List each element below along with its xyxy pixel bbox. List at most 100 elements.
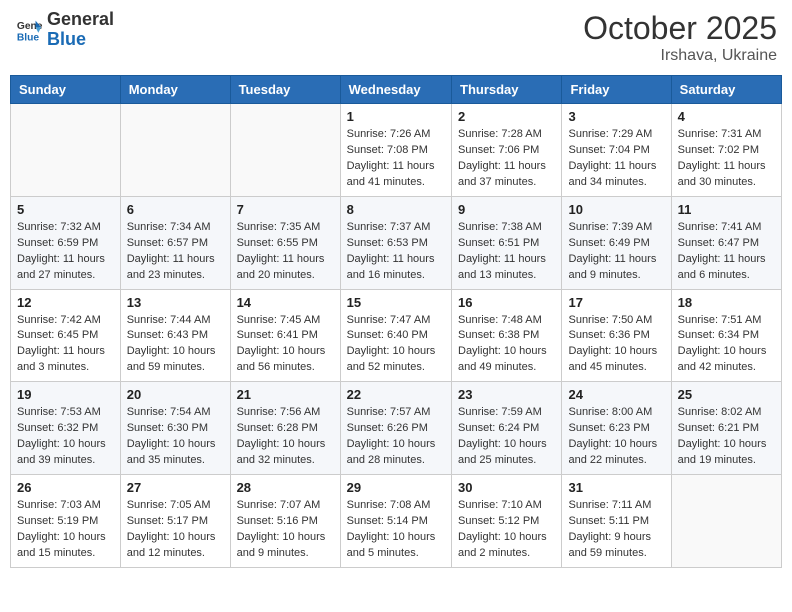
day-number: 1 — [347, 109, 445, 124]
day-info: Sunrise: 7:48 AM Sunset: 6:38 PM Dayligh… — [458, 313, 555, 377]
calendar-cell: 30 Sunrise: 7:10 AM Sunset: 5:12 PM Dayli… — [452, 475, 562, 568]
day-number: 14 — [237, 295, 334, 310]
day-number: 27 — [127, 480, 224, 495]
day-number: 24 — [568, 387, 664, 402]
calendar-cell: 15Sunrise: 7:47 AM Sunset: 6:40 PM Dayli… — [340, 289, 451, 382]
calendar-cell — [11, 104, 121, 197]
day-number: 3 — [568, 109, 664, 124]
day-info: Sunrise: 7:50 AM Sunset: 6:36 PM Dayligh… — [568, 313, 664, 377]
day-number: 26 — [17, 480, 114, 495]
calendar-cell: 7Sunrise: 7:35 AM Sunset: 6:55 PM Daylig… — [230, 196, 340, 289]
calendar-cell: 6 Sunrise: 7:34 AM Sunset: 6:57 PM Daylig… — [120, 196, 230, 289]
day-info: Sunrise: 7:29 AM Sunset: 7:04 PM Dayligh… — [568, 127, 664, 191]
day-info: Sunrise: 7:57 AM Sunset: 6:26 PM Dayligh… — [347, 405, 445, 469]
week-row-1: 1 Sunrise: 7:26 AM Sunset: 7:08 PM Daylig… — [11, 104, 782, 197]
calendar-cell: 3 Sunrise: 7:29 AM Sunset: 7:04 PM Daylig… — [562, 104, 671, 197]
calendar-cell: 8 Sunrise: 7:37 AM Sunset: 6:53 PM Daylig… — [340, 196, 451, 289]
calendar-cell — [671, 475, 781, 568]
day-number: 31 — [568, 480, 664, 495]
day-info: Sunrise: 7:32 AM Sunset: 6:59 PM Dayligh… — [17, 220, 114, 284]
day-number: 11 — [678, 202, 775, 217]
weekday-header-wednesday: Wednesday — [340, 76, 451, 104]
day-info: Sunrise: 7:28 AM Sunset: 7:06 PM Dayligh… — [458, 127, 555, 191]
day-info: Sunrise: 7:03 AM Sunset: 5:19 PM Dayligh… — [17, 498, 114, 562]
calendar-cell: 4 Sunrise: 7:31 AM Sunset: 7:02 PM Daylig… — [671, 104, 781, 197]
day-info: Sunrise: 7:56 AM Sunset: 6:28 PM Dayligh… — [237, 405, 334, 469]
calendar-cell: 20 Sunrise: 7:54 AM Sunset: 6:30 PM Dayli… — [120, 382, 230, 475]
day-number: 17 — [568, 295, 664, 310]
logo-text: General Blue — [47, 10, 114, 50]
calendar-cell: 13 Sunrise: 7:44 AM Sunset: 6:43 PM Dayli… — [120, 289, 230, 382]
day-info: Sunrise: 7:59 AM Sunset: 6:24 PM Dayligh… — [458, 405, 555, 469]
day-info: Sunrise: 7:54 AM Sunset: 6:30 PM Dayligh… — [127, 405, 224, 469]
day-info: Sunrise: 7:38 AM Sunset: 6:51 PM Dayligh… — [458, 220, 555, 284]
calendar-cell: 22Sunrise: 7:57 AM Sunset: 6:26 PM Dayli… — [340, 382, 451, 475]
day-info: Sunrise: 7:51 AM Sunset: 6:34 PM Dayligh… — [678, 313, 775, 377]
svg-text:Blue: Blue — [17, 32, 40, 43]
calendar-cell: 12Sunrise: 7:42 AM Sunset: 6:45 PM Dayli… — [11, 289, 121, 382]
day-number: 8 — [347, 202, 445, 217]
day-number: 28 — [237, 480, 334, 495]
day-number: 21 — [237, 387, 334, 402]
day-number: 6 — [127, 202, 224, 217]
day-info: Sunrise: 7:34 AM Sunset: 6:57 PM Dayligh… — [127, 220, 224, 284]
weekday-header-saturday: Saturday — [671, 76, 781, 104]
day-info: Sunrise: 7:11 AM Sunset: 5:11 PM Dayligh… — [568, 498, 664, 562]
day-info: Sunrise: 7:53 AM Sunset: 6:32 PM Dayligh… — [17, 405, 114, 469]
calendar-cell: 18Sunrise: 7:51 AM Sunset: 6:34 PM Dayli… — [671, 289, 781, 382]
day-number: 20 — [127, 387, 224, 402]
calendar-cell: 24 Sunrise: 8:00 AM Sunset: 6:23 PM Dayli… — [562, 382, 671, 475]
day-info: Sunrise: 7:44 AM Sunset: 6:43 PM Dayligh… — [127, 313, 224, 377]
calendar-cell: 19 Sunrise: 7:53 AM Sunset: 6:32 PM Dayli… — [11, 382, 121, 475]
calendar-cell: 26 Sunrise: 7:03 AM Sunset: 5:19 PM Dayli… — [11, 475, 121, 568]
title-block: October 2025 Irshava, Ukraine — [583, 10, 777, 65]
day-number: 13 — [127, 295, 224, 310]
calendar-cell: 31 Sunrise: 7:11 AM Sunset: 5:11 PM Dayli… — [562, 475, 671, 568]
day-number: 19 — [17, 387, 114, 402]
calendar-cell: 17 Sunrise: 7:50 AM Sunset: 6:36 PM Dayli… — [562, 289, 671, 382]
day-number: 15 — [347, 295, 445, 310]
weekday-header-tuesday: Tuesday — [230, 76, 340, 104]
day-info: Sunrise: 7:39 AM Sunset: 6:49 PM Dayligh… — [568, 220, 664, 284]
calendar-cell — [230, 104, 340, 197]
calendar-cell: 28Sunrise: 7:07 AM Sunset: 5:16 PM Dayli… — [230, 475, 340, 568]
day-info: Sunrise: 7:41 AM Sunset: 6:47 PM Dayligh… — [678, 220, 775, 284]
week-row-4: 19 Sunrise: 7:53 AM Sunset: 6:32 PM Dayli… — [11, 382, 782, 475]
day-number: 29 — [347, 480, 445, 495]
day-number: 25 — [678, 387, 775, 402]
day-info: Sunrise: 7:37 AM Sunset: 6:53 PM Dayligh… — [347, 220, 445, 284]
day-number: 16 — [458, 295, 555, 310]
weekday-header-thursday: Thursday — [452, 76, 562, 104]
day-number: 2 — [458, 109, 555, 124]
day-info: Sunrise: 7:10 AM Sunset: 5:12 PM Dayligh… — [458, 498, 555, 562]
calendar-cell: 27Sunrise: 7:05 AM Sunset: 5:17 PM Dayli… — [120, 475, 230, 568]
calendar-cell: 5Sunrise: 7:32 AM Sunset: 6:59 PM Daylig… — [11, 196, 121, 289]
calendar-cell — [120, 104, 230, 197]
weekday-header-friday: Friday — [562, 76, 671, 104]
day-info: Sunrise: 8:00 AM Sunset: 6:23 PM Dayligh… — [568, 405, 664, 469]
calendar-cell: 25 Sunrise: 8:02 AM Sunset: 6:21 PM Dayli… — [671, 382, 781, 475]
day-info: Sunrise: 7:31 AM Sunset: 7:02 PM Dayligh… — [678, 127, 775, 191]
calendar-cell: 23Sunrise: 7:59 AM Sunset: 6:24 PM Dayli… — [452, 382, 562, 475]
calendar-table: SundayMondayTuesdayWednesdayThursdayFrid… — [10, 75, 782, 568]
calendar-cell: 2 Sunrise: 7:28 AM Sunset: 7:06 PM Daylig… — [452, 104, 562, 197]
calendar-cell: 14 Sunrise: 7:45 AM Sunset: 6:41 PM Dayli… — [230, 289, 340, 382]
logo-icon: General Blue — [15, 16, 43, 44]
day-number: 4 — [678, 109, 775, 124]
day-info: Sunrise: 7:26 AM Sunset: 7:08 PM Dayligh… — [347, 127, 445, 191]
calendar-cell: 29Sunrise: 7:08 AM Sunset: 5:14 PM Dayli… — [340, 475, 451, 568]
calendar-cell: 1 Sunrise: 7:26 AM Sunset: 7:08 PM Daylig… — [340, 104, 451, 197]
month-title: October 2025 — [583, 10, 777, 47]
weekday-header-sunday: Sunday — [11, 76, 121, 104]
weekday-header-monday: Monday — [120, 76, 230, 104]
calendar-cell: 21 Sunrise: 7:56 AM Sunset: 6:28 PM Dayli… — [230, 382, 340, 475]
page-header: General Blue General Blue October 2025 I… — [10, 10, 782, 65]
week-row-2: 5Sunrise: 7:32 AM Sunset: 6:59 PM Daylig… — [11, 196, 782, 289]
week-row-3: 12Sunrise: 7:42 AM Sunset: 6:45 PM Dayli… — [11, 289, 782, 382]
day-number: 9 — [458, 202, 555, 217]
day-info: Sunrise: 8:02 AM Sunset: 6:21 PM Dayligh… — [678, 405, 775, 469]
day-number: 30 — [458, 480, 555, 495]
day-number: 10 — [568, 202, 664, 217]
weekday-header-row: SundayMondayTuesdayWednesdayThursdayFrid… — [11, 76, 782, 104]
day-info: Sunrise: 7:45 AM Sunset: 6:41 PM Dayligh… — [237, 313, 334, 377]
